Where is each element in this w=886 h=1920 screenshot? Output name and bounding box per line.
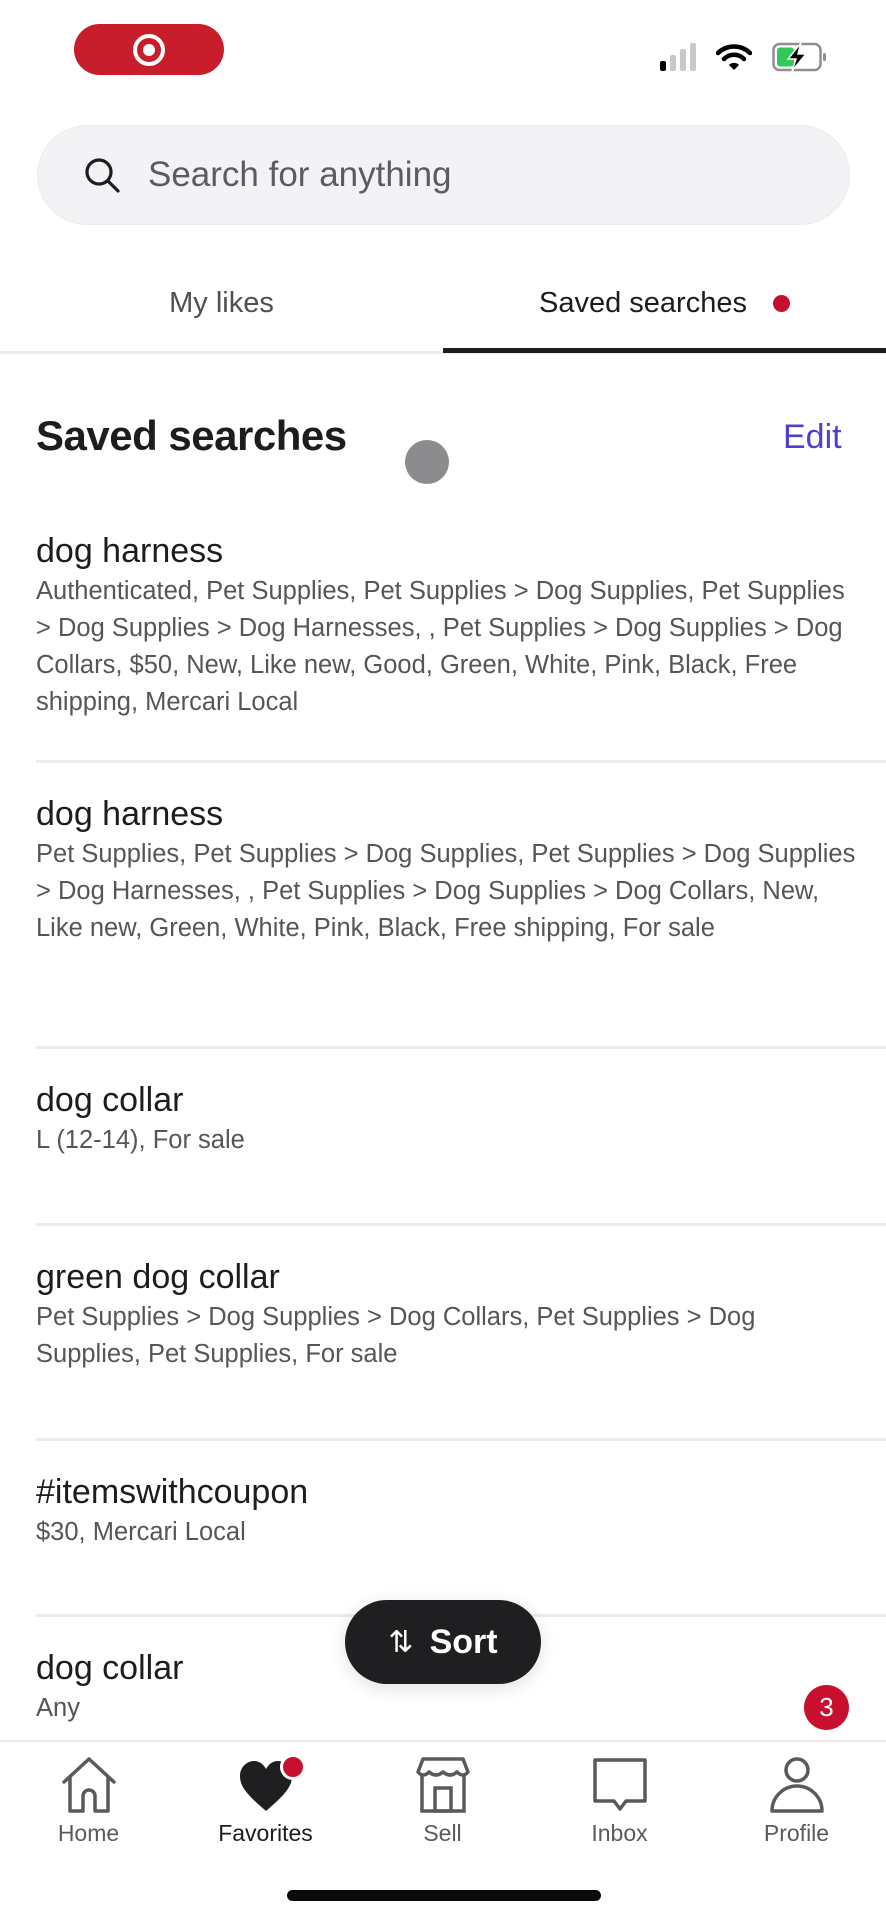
saved-search-filters: Pet Supplies > Dog Supplies > Dog Collar… bbox=[36, 1303, 756, 1368]
nav-home[interactable]: Home bbox=[0, 1756, 177, 1847]
nav-label: Home bbox=[57, 1820, 120, 1846]
saved-search-title: #itemswithcoupon bbox=[36, 1473, 309, 1511]
notification-dot bbox=[772, 294, 790, 312]
list-item[interactable]: dog collar L (12-14), For sale bbox=[0, 1049, 886, 1226]
page-title: Saved searches bbox=[36, 412, 347, 459]
favorites-tabs: My likes Saved searches bbox=[0, 255, 886, 354]
record-icon bbox=[133, 33, 165, 66]
chat-bubble-icon bbox=[592, 1758, 647, 1811]
edit-button[interactable]: Edit bbox=[783, 418, 842, 457]
nav-label: Sell bbox=[423, 1820, 462, 1846]
saved-search-title: dog collar bbox=[36, 1081, 184, 1119]
saved-search-filters: L (12-14), For sale bbox=[36, 1126, 245, 1154]
nav-sell[interactable]: Sell bbox=[354, 1756, 531, 1847]
list-item[interactable]: dog harness Authenticated, Pet Supplies,… bbox=[0, 500, 886, 763]
home-icon bbox=[61, 1757, 116, 1813]
saved-search-filters: Pet Supplies, Pet Supplies > Dog Supplie… bbox=[36, 840, 856, 942]
active-tab-indicator bbox=[443, 348, 886, 353]
sort-icon: ⇅ bbox=[388, 1625, 414, 1659]
saved-search-filters: Any bbox=[36, 1694, 80, 1722]
saved-search-filters: Authenticated, Pet Supplies, Pet Supplie… bbox=[36, 577, 845, 716]
sort-label: Sort bbox=[429, 1622, 498, 1661]
saved-searches-list: dog harness Authenticated, Pet Supplies,… bbox=[0, 500, 886, 1737]
cellular-signal-icon bbox=[660, 43, 696, 71]
count-badge[interactable]: 3 bbox=[804, 1685, 849, 1730]
saved-search-title: green dog collar bbox=[36, 1258, 280, 1296]
saved-search-title: dog harness bbox=[36, 795, 224, 833]
nav-favorites[interactable]: Favorites bbox=[177, 1754, 354, 1847]
nav-label: Favorites bbox=[218, 1820, 313, 1846]
sort-button[interactable]: ⇅ Sort bbox=[345, 1600, 541, 1684]
search-input[interactable] bbox=[148, 155, 808, 195]
screen-recording-indicator[interactable] bbox=[74, 24, 224, 75]
saved-search-filters: $30, Mercari Local bbox=[36, 1518, 246, 1546]
saved-search-title: dog harness bbox=[36, 532, 224, 570]
tab-label: My likes bbox=[169, 286, 274, 319]
search-icon bbox=[85, 158, 120, 193]
status-bar-icons bbox=[660, 42, 828, 72]
list-item[interactable]: dog harness Pet Supplies, Pet Supplies >… bbox=[0, 763, 886, 1049]
tab-my-likes[interactable]: My likes bbox=[0, 255, 443, 351]
notification-dot bbox=[280, 1754, 306, 1780]
person-icon bbox=[769, 1757, 824, 1813]
touch-indicator bbox=[405, 440, 449, 484]
nav-label: Profile bbox=[763, 1820, 830, 1846]
list-item[interactable]: green dog collar Pet Supplies > Dog Supp… bbox=[0, 1226, 886, 1441]
battery-charging-icon bbox=[772, 42, 826, 72]
tab-saved-searches[interactable]: Saved searches bbox=[443, 255, 886, 351]
home-indicator[interactable] bbox=[287, 1890, 601, 1901]
tab-label: Saved searches bbox=[539, 286, 747, 319]
wifi-icon bbox=[716, 44, 752, 70]
nav-label: Inbox bbox=[591, 1820, 648, 1846]
nav-profile[interactable]: Profile bbox=[708, 1756, 885, 1847]
storefront-icon bbox=[415, 1757, 470, 1813]
nav-inbox[interactable]: Inbox bbox=[531, 1756, 708, 1847]
search-bar[interactable] bbox=[37, 125, 850, 225]
list-item[interactable]: #itemswithcoupon $30, Mercari Local bbox=[0, 1441, 886, 1617]
